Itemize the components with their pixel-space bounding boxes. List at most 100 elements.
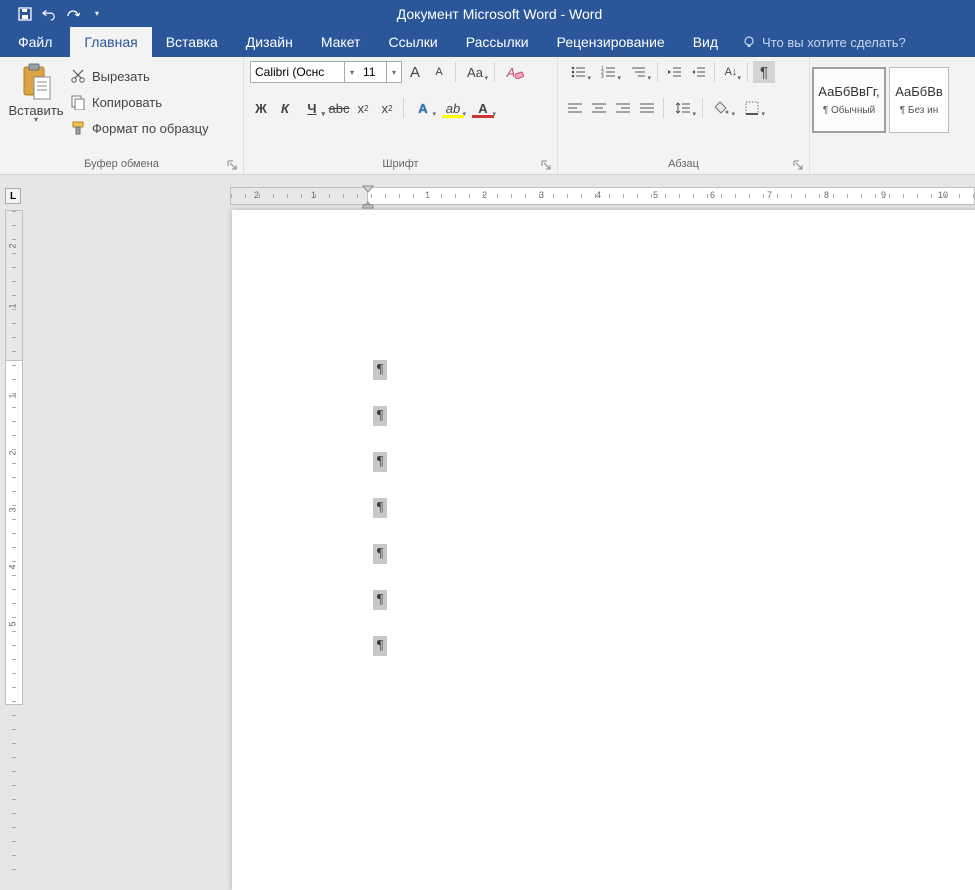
group-label-font: Шрифт [244,154,557,174]
ruler-tick: 2 [8,243,18,248]
justify-button[interactable] [636,97,658,119]
tab-file[interactable]: Файл [0,27,70,57]
font-color-button[interactable]: A [469,97,497,119]
paragraph-mark[interactable]: ¶ [373,452,387,472]
shading-button[interactable] [708,97,736,119]
tab-review[interactable]: Рецензирование [543,27,679,57]
quick-access-toolbar: ▾ [0,7,104,21]
save-icon[interactable] [18,7,32,21]
copy-button[interactable]: Копировать [70,91,209,113]
paragraph-mark[interactable]: ¶ [373,636,387,656]
tab-selector[interactable]: L [5,188,21,204]
tab-view[interactable]: Вид [679,27,732,57]
tab-home[interactable]: Главная [70,27,151,57]
font-size-dropdown-icon[interactable]: ▾ [387,68,401,77]
format-painter-label: Формат по образцу [92,121,209,136]
underline-button[interactable]: Ч [298,97,326,119]
style-name-no-spacing: ¶ Без ин [900,105,939,116]
text-effects-button[interactable]: A [409,97,437,119]
highlight-button[interactable]: ab [439,97,467,119]
ribbon-tabs: Файл Главная Вставка Дизайн Макет Ссылки… [0,27,975,57]
ruler-tick: 5 [653,190,658,200]
ruler-tick: 9 [881,190,886,200]
clear-formatting-button[interactable]: A [500,61,522,83]
bold-button[interactable]: Ж [250,97,272,119]
align-right-button[interactable] [612,97,634,119]
italic-button[interactable]: К [274,97,296,119]
ruler-tick: 7 [767,190,772,200]
paragraph-launcher-icon[interactable] [793,160,805,172]
increase-indent-button[interactable] [687,61,709,83]
style-no-spacing[interactable]: АаБбВв ¶ Без ин [889,67,949,133]
subscript-button[interactable]: x2 [352,97,374,119]
clipboard-launcher-icon[interactable] [227,160,239,172]
align-left-icon [568,102,582,114]
paste-dropdown-icon[interactable]: ▾ [34,115,38,124]
indent-marker-icon[interactable] [362,185,374,209]
copy-label: Копировать [92,95,162,110]
tell-me-search[interactable]: Что вы хотите сделать? [732,27,916,57]
borders-button[interactable] [738,97,766,119]
font-color-icon: A [478,101,487,116]
paste-button[interactable]: Вставить ▾ [6,61,66,124]
font-size-value[interactable]: 11 [359,62,387,82]
ruler-tick: 3 [8,507,18,512]
paragraph-mark[interactable]: ¶ [373,590,387,610]
pilcrow-icon: ¶ [760,64,768,81]
format-painter-button[interactable]: Формат по образцу [70,117,209,139]
tab-references[interactable]: Ссылки [374,27,451,57]
strikethrough-button[interactable]: abc [328,97,350,119]
numbering-button[interactable]: 123 [594,61,622,83]
title-bar: ▾ Документ Microsoft Word - Word [0,0,975,27]
group-clipboard: Вставить ▾ Вырезать Копировать [0,57,244,174]
show-hide-marks-button[interactable]: ¶ [753,61,775,83]
ruler-tick: 1 [8,393,18,398]
cut-button[interactable]: Вырезать [70,65,209,87]
undo-icon[interactable] [42,7,56,21]
font-launcher-icon[interactable] [541,160,553,172]
decrease-indent-button[interactable] [663,61,685,83]
bullets-button[interactable] [564,61,592,83]
ruler-tick: 10 [938,190,948,200]
group-label-styles [810,154,975,174]
tab-design[interactable]: Дизайн [232,27,307,57]
document-page[interactable]: ¶ ¶ ¶ ¶ ¶ ¶ ¶ [232,210,975,890]
change-case-button[interactable]: Aa [461,61,489,83]
align-left-button[interactable] [564,97,586,119]
numbering-icon: 123 [601,66,615,78]
ribbon: Вставить ▾ Вырезать Копировать [0,57,975,175]
lightbulb-icon [742,35,756,49]
group-label-paragraph: Абзац [558,154,809,174]
line-spacing-button[interactable] [669,97,697,119]
tab-layout[interactable]: Макет [307,27,375,57]
align-right-icon [616,102,630,114]
paragraph-mark[interactable]: ¶ [373,360,387,380]
sort-button[interactable]: A↓ [720,61,742,83]
paragraph-mark[interactable]: ¶ [373,406,387,426]
multilevel-list-button[interactable] [624,61,652,83]
shrink-font-button[interactable]: A [428,61,450,83]
paragraph-mark[interactable]: ¶ [373,544,387,564]
tab-insert[interactable]: Вставка [152,27,232,57]
ruler-tick: 2 [8,450,18,455]
borders-icon [745,101,759,115]
paragraph-mark[interactable]: ¶ [373,498,387,518]
tab-mailings[interactable]: Рассылки [452,27,543,57]
vertical-ruler[interactable]: 2112345 [5,210,23,705]
style-normal[interactable]: АаБбВвГг, ¶ Обычный [812,67,886,133]
font-name-combo[interactable]: Calibri (Оснс ▾ 11 ▾ [250,61,402,83]
align-center-button[interactable] [588,97,610,119]
grow-font-button[interactable]: A [404,61,426,83]
svg-text:3: 3 [601,74,604,78]
group-paragraph: 123 A↓ ¶ Абз [558,57,810,174]
horizontal-ruler[interactable]: 2112345678910 [230,187,975,205]
redo-icon[interactable] [66,7,80,21]
align-center-icon [592,102,606,114]
superscript-button[interactable]: x2 [376,97,398,119]
font-name-dropdown-icon[interactable]: ▾ [345,68,359,77]
ruler-tick: 8 [824,190,829,200]
document-workspace: L 2112345678910 2112345 ¶¶¶¶¶¶¶ [0,175,975,705]
qat-customize-icon[interactable]: ▾ [90,7,104,21]
font-name-value[interactable]: Calibri (Оснс [251,62,345,82]
multilevel-icon [631,66,645,78]
